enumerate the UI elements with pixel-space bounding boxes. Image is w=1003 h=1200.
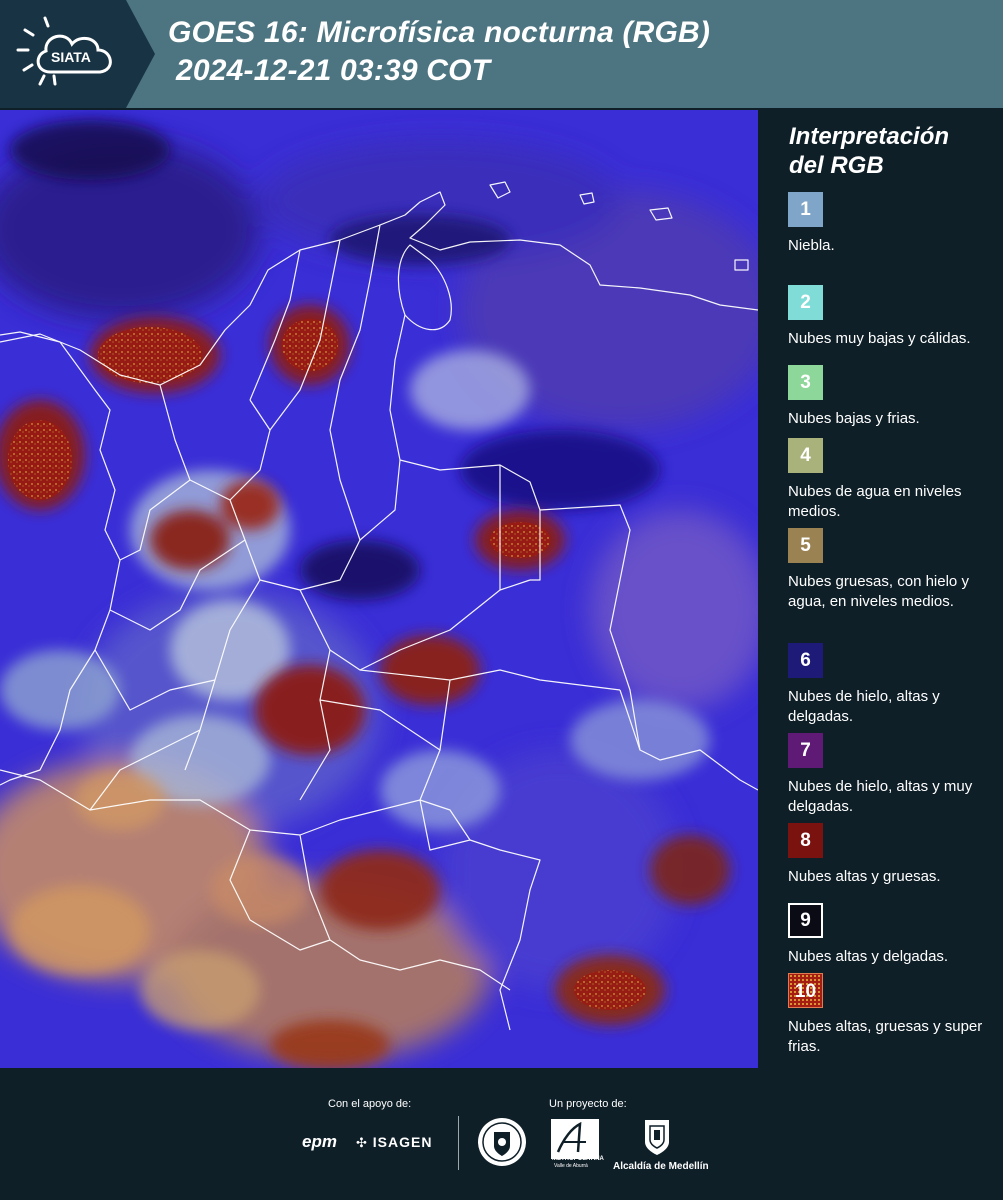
legend-item-7: 7 Nubes de hielo, altas y muy delgadas.	[788, 733, 998, 817]
legend-swatch-4: 4	[788, 438, 823, 473]
logo-text: SIATA	[51, 49, 91, 65]
title-timestamp: 2024-12-21 03:39 COT	[176, 54, 491, 87]
legend-label-6: Nubes de hielo, altas y delgadas.	[788, 688, 940, 725]
legend-label-10: Nubes altas, gruesas y super frias.	[788, 1018, 983, 1055]
university-seal-icon[interactable]	[476, 1116, 528, 1173]
legend-item-1: 1 Niebla.	[788, 192, 998, 256]
legend-swatch-9: 9	[788, 903, 823, 938]
title-product: GOES 16: Microfísica nocturna (RGB)	[168, 16, 711, 49]
legend-label-8: Nubes altas y gruesas.	[788, 868, 941, 885]
legend-swatch-3: 3	[788, 365, 823, 400]
project-caption: Un proyecto de:	[549, 1098, 627, 1110]
satellite-map[interactable]	[0, 110, 758, 1068]
legend-label-3: Nubes bajas y frias.	[788, 410, 920, 427]
legend-label-9: Nubes altas y delgadas.	[788, 948, 949, 965]
page-title: GOES 16: Microfísica nocturna (RGB) 2024…	[168, 14, 710, 90]
metropolitana-sublabel: Valle de Aburrá	[554, 1163, 588, 1169]
alcaldia-label: Alcaldía de Medellín	[613, 1161, 709, 1172]
legend-label-2: Nubes muy bajas y cálidas.	[788, 330, 971, 347]
legend-label-1: Niebla.	[788, 237, 835, 254]
support-caption: Con el apoyo de:	[328, 1098, 412, 1110]
legend-swatch-2: 2	[788, 285, 823, 320]
epm-logo[interactable]: epm	[302, 1132, 337, 1152]
legend-swatch-1: 1	[788, 192, 823, 227]
legend-item-4: 4 Nubes de agua en niveles medios.	[788, 438, 998, 522]
legend-label-7: Nubes de hielo, altas y muy delgadas.	[788, 778, 973, 815]
legend-item-9: 9 Nubes altas y delgadas.	[788, 903, 998, 967]
legend-title: Interpretación del RGB	[789, 122, 949, 180]
medellin-shield-icon[interactable]	[642, 1118, 672, 1158]
isagen-label: ISAGEN	[372, 1134, 433, 1150]
footer-divider	[458, 1116, 459, 1170]
legend-title-line1: Interpretación	[789, 123, 950, 150]
legend-swatch-10: 10	[788, 973, 823, 1008]
legend-title-line2: del RGB	[789, 152, 884, 179]
legend-swatch-5: 5	[788, 528, 823, 563]
legend-swatch-6: 6	[788, 643, 823, 678]
legend-item-8: 8 Nubes altas y gruesas.	[788, 823, 998, 887]
legend-item-5: 5 Nubes gruesas, con hielo y agua, en niv…	[788, 528, 998, 612]
legend-item-3: 3 Nubes bajas y frias.	[788, 365, 998, 429]
siata-logo[interactable]: SIATA	[0, 0, 155, 108]
metropolitana-label: METROPOLITANA	[552, 1156, 604, 1162]
legend-label-4: Nubes de agua en niveles medios.	[788, 483, 962, 520]
area-metropolitana-logo[interactable]: METROPOLITANA Valle de Aburrá	[550, 1118, 604, 1170]
legend-swatch-7: 7	[788, 733, 823, 768]
legend-item-10: 10 Nubes altas, gruesas y super frias.	[788, 973, 998, 1057]
legend-panel: Interpretación del RGB 1 Niebla. 2 Nubes mu…	[760, 110, 1003, 1068]
isagen-icon: ✣	[356, 1135, 368, 1150]
legend-item-6: 6 Nubes de hielo, altas y delgadas.	[788, 643, 998, 727]
isagen-logo[interactable]: ✣ ISAGEN	[356, 1134, 432, 1151]
legend-item-2: 2 Nubes muy bajas y cálidas.	[788, 285, 998, 349]
footer: Con el apoyo de: Un proyecto de: epm ✣ I…	[0, 1070, 1003, 1200]
legend-swatch-8: 8	[788, 823, 823, 858]
legend-label-5: Nubes gruesas, con hielo y agua, en nive…	[788, 573, 969, 610]
header-bar: SIATA GOES 16: Microfísica nocturna (RGB…	[0, 0, 1003, 108]
